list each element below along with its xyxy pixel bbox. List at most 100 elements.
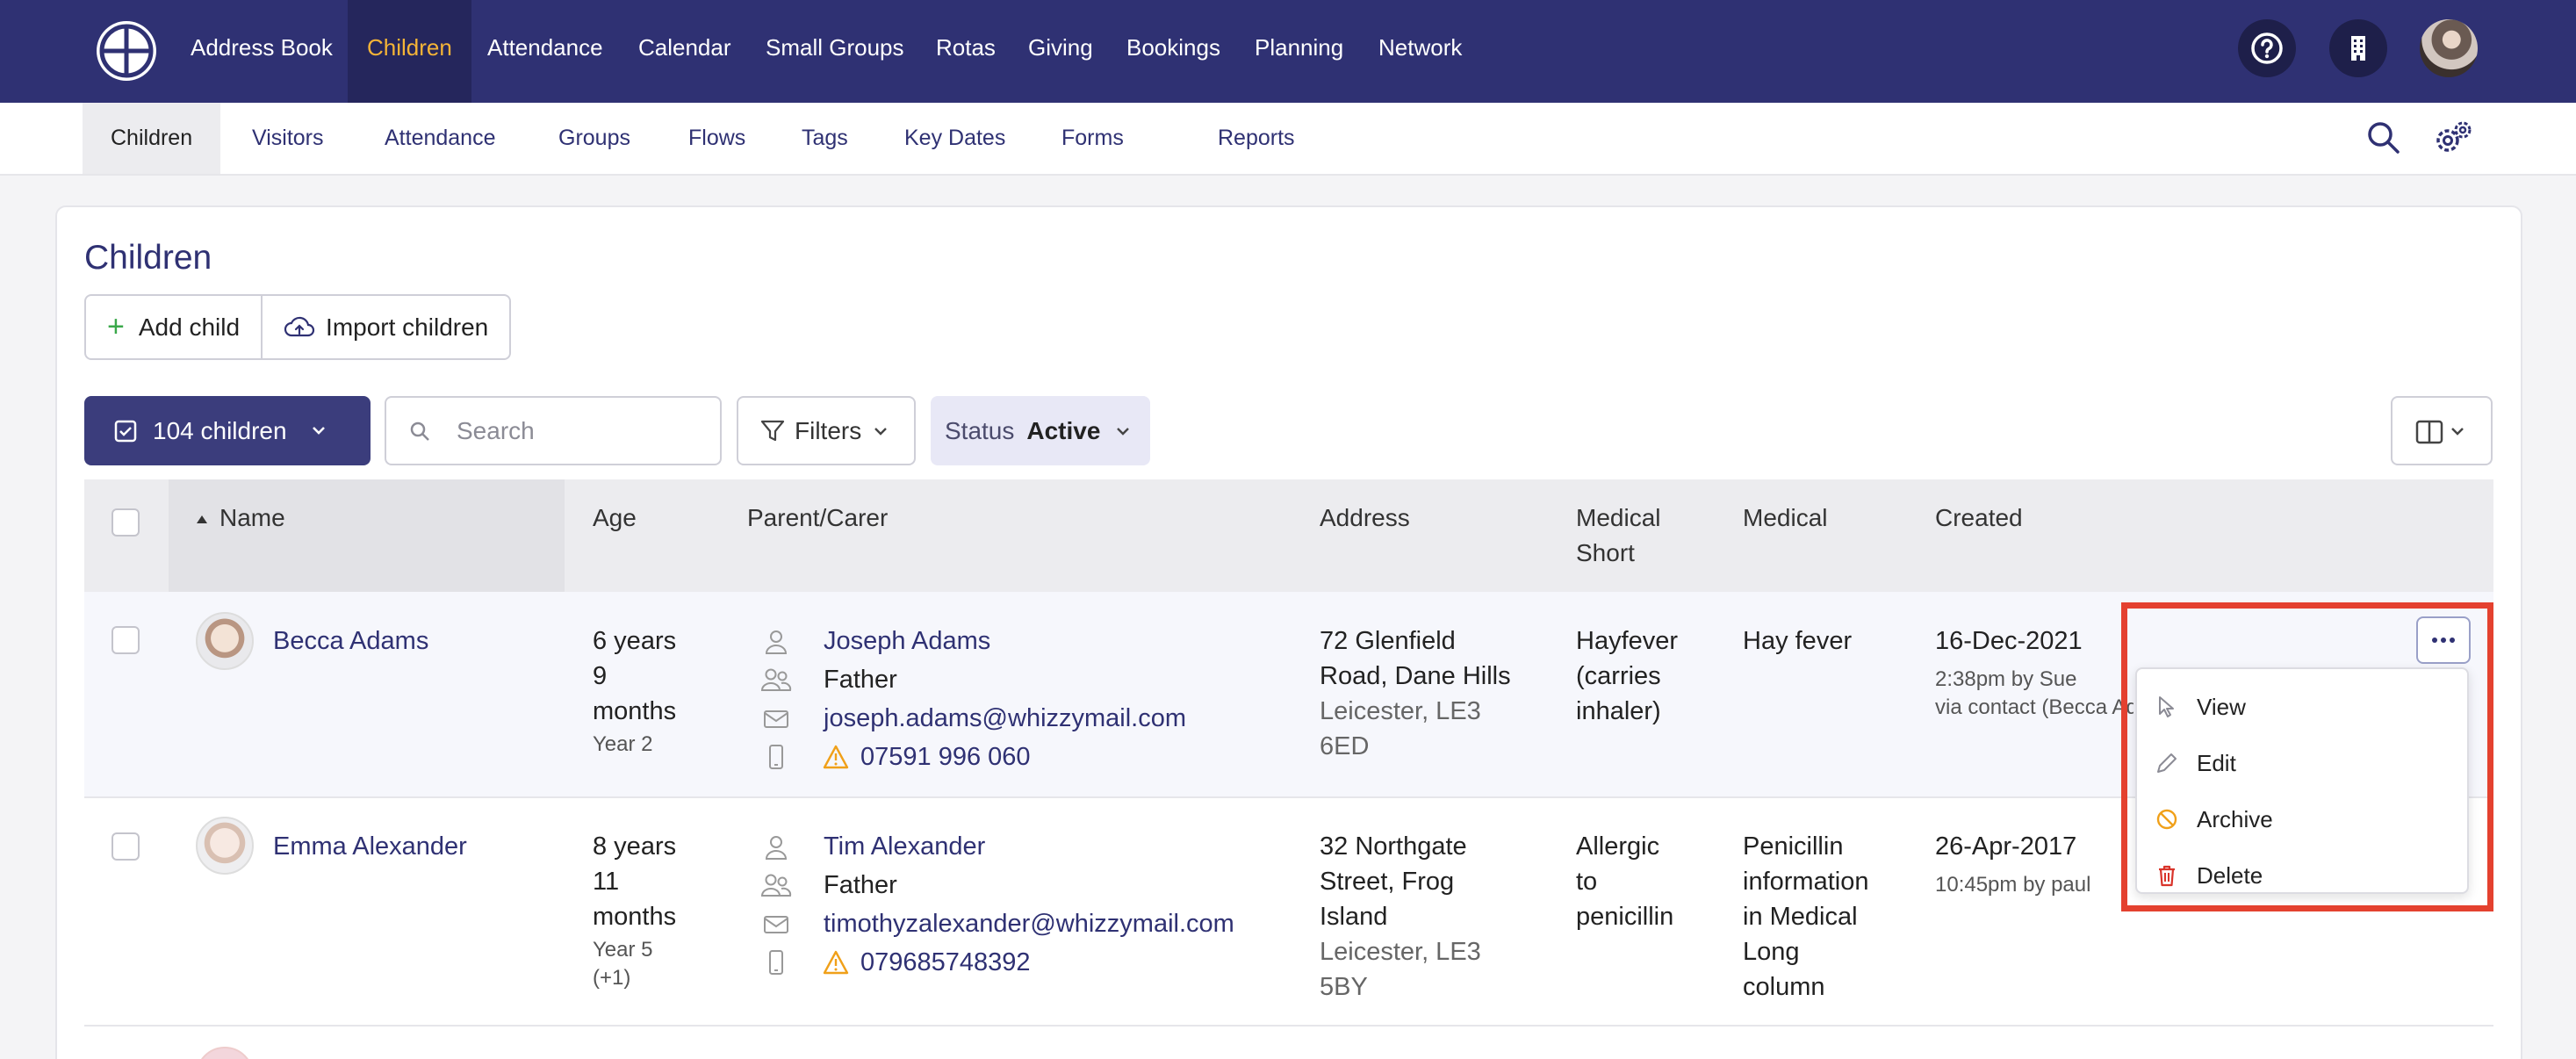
nav-children[interactable]: Children [348,0,471,103]
header-created[interactable]: Created [1935,501,2023,536]
select-all-checkbox[interactable] [112,508,140,537]
warning-icon [823,745,849,769]
nav-network[interactable]: Network [1378,0,1462,103]
subnav-children[interactable]: Children [83,103,221,174]
medical: Hay fever [1743,623,1852,659]
medical-short: Hayfever (carries inhaler) [1576,623,1678,729]
child-age: 6 years 9 months Year 2 [593,623,676,759]
plus-icon: + [107,310,125,343]
row-actions-button[interactable] [2416,616,2471,664]
header-address[interactable]: Address [1320,501,1410,536]
menu-item-archive[interactable]: Archive [2137,792,2467,846]
mobile-phone-icon [769,745,783,769]
menu-item-view[interactable]: View [2137,680,2467,734]
subnav-key-dates[interactable]: Key Dates [904,103,1005,174]
address-line: Leicester, LE3 [1320,697,1481,725]
nav-attendance[interactable]: Attendance [487,0,603,103]
nav-rotas[interactable]: Rotas [936,0,996,103]
header-parent[interactable]: Parent/Carer [747,501,888,536]
add-child-button[interactable]: + Add child [86,296,261,358]
address-line: Leicester, LE3 [1320,938,1481,966]
search-icon [410,421,429,441]
nav-giving[interactable]: Giving [1028,0,1093,103]
parent-email-link[interactable]: timothyzalexander@whizzymail.com [824,906,1234,941]
status-filter-label: Status [945,416,1015,444]
menu-item-delete[interactable]: Delete [2137,848,2467,903]
sort-ascending-icon[interactable] [195,513,209,525]
subnav-forms[interactable]: Forms [1061,103,1124,174]
row-checkbox[interactable] [112,832,140,861]
nav-planning[interactable]: Planning [1255,0,1343,103]
menu-item-edit[interactable]: Edit [2137,736,2467,790]
subnav-reports[interactable]: Reports [1218,103,1295,174]
logo-icon [99,24,154,78]
school-year: Year 5 [593,938,653,962]
address-line: 6ED [1320,732,1370,760]
parent-phone-link[interactable]: 07591 996 060 [860,739,1031,774]
child-name-link[interactable]: Emma Alexander [273,829,467,864]
email-icon [764,710,788,728]
row-checkbox[interactable] [112,626,140,654]
medical-line: Long [1743,938,1800,966]
columns-button[interactable] [2391,396,2493,465]
search-field [385,396,722,465]
add-import-group: + Add child Import children [84,294,512,360]
parent-email-link[interactable]: joseph.adams@whizzymail.com [824,701,1186,736]
header-age[interactable]: Age [593,501,637,536]
search-icon[interactable] [2365,119,2402,156]
status-filter-value: Active [1026,416,1101,444]
medical-line: Penicillin [1743,832,1844,861]
top-nav: Address Book Children Attendance Calenda… [0,0,2576,103]
filters-button[interactable]: Filters [737,396,916,465]
child-avatar [196,612,254,670]
app-logo[interactable] [97,21,156,81]
parent-relation: Father [824,666,897,694]
columns-icon [2415,420,2464,444]
subnav-groups[interactable]: Groups [558,103,630,174]
created-date: 16-Dec-2021 [1935,627,2083,655]
parent-name-link[interactable]: Joseph Adams [824,623,990,659]
subnav-attendance[interactable]: Attendance [385,103,496,174]
age-line: months [593,697,677,725]
medical-short: Allergic to penicillin [1576,829,1673,934]
header-medical[interactable]: Medical [1743,501,1827,536]
subnav-flows[interactable]: Flows [688,103,745,174]
child-name-link[interactable]: Becca Adams [273,623,428,659]
medical-short-line: Hayfever [1576,627,1679,655]
header-medical-short-line2: Short [1576,539,1635,566]
parent-name-link[interactable]: Tim Alexander [824,829,985,864]
parent-phone-link[interactable]: 079685748392 [860,945,1031,980]
cloud-upload-icon [284,316,315,336]
help-button[interactable] [2238,19,2296,77]
search-input[interactable] [457,414,702,449]
subnav-tags[interactable]: Tags [802,103,848,174]
header-name[interactable]: Name [219,501,285,536]
medical-line: in Medical [1743,903,1858,931]
organisation-button[interactable] [2329,19,2387,77]
select-children-button[interactable]: 104 children [84,396,371,465]
status-filter-button[interactable]: Status Active [931,396,1150,465]
user-avatar[interactable] [2420,19,2478,77]
page-title: Children [84,239,212,277]
import-children-label: Import children [326,313,489,341]
nav-bookings[interactable]: Bookings [1126,0,1220,103]
checkbox-checked-icon [114,420,137,442]
nav-small-groups[interactable]: Small Groups [766,0,904,103]
sub-nav: Children Visitors Attendance Groups Flow… [0,103,2576,256]
school-year: Year 2 [593,732,653,756]
age-line: 11 [593,868,620,896]
import-children-button[interactable]: Import children [261,296,509,358]
header-medical-short[interactable]: Medical Short [1576,501,1660,571]
medical-short-line: to [1576,868,1598,896]
cursor-pointer-icon [2159,696,2174,717]
trash-icon [2159,865,2175,887]
nav-calendar[interactable]: Calendar [638,0,731,103]
medical-short-line: Allergic [1576,832,1660,861]
subnav-visitors[interactable]: Visitors [252,103,324,174]
created-via: via contact (Becca Ad [1935,695,2133,719]
children-count-label: 104 children [153,416,287,444]
chevron-down-icon [313,427,325,435]
nav-address-book[interactable]: Address Book [191,0,333,103]
settings-gears-icon[interactable] [2432,118,2474,158]
mobile-phone-icon [769,950,783,975]
